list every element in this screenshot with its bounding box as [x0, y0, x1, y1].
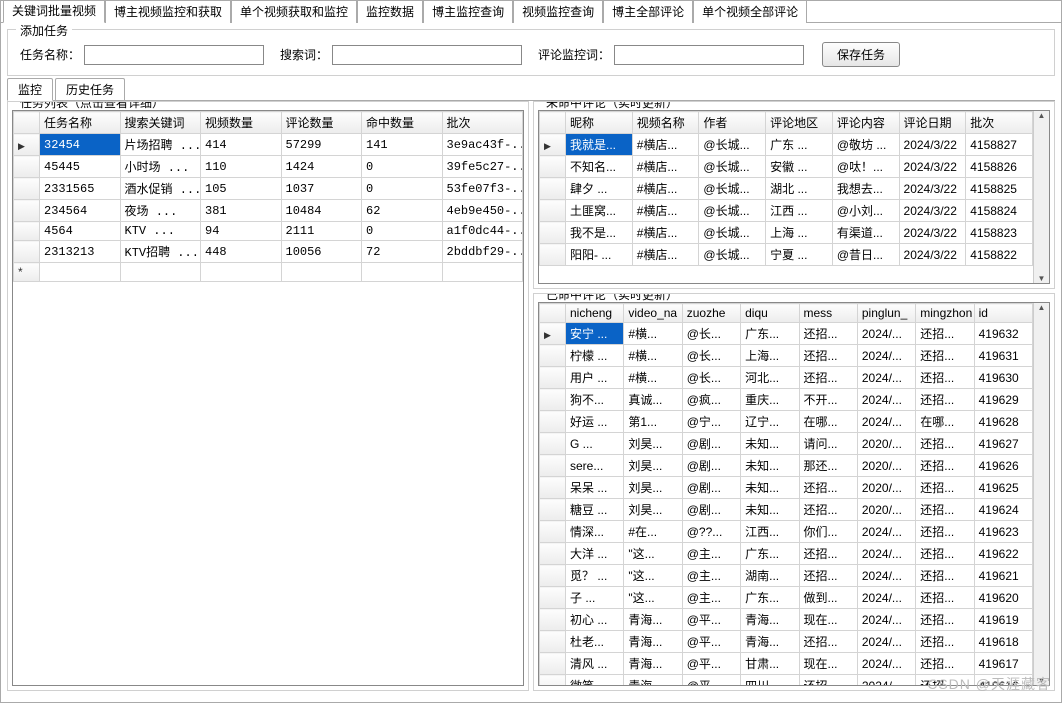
miss-comments-grid[interactable]: 昵称视频名称作者评论地区评论内容评论日期批次我就是...#横店...@长城...… [538, 110, 1050, 284]
column-header[interactable]: 作者 [699, 112, 766, 134]
task-name-label: 任务名称： [20, 46, 80, 63]
task-name-input[interactable] [84, 45, 264, 65]
table-row[interactable]: 肆夕 ...#横店...@长城...湖北 ...我想去...2024/3/224… [540, 178, 1033, 200]
monitor-word-label: 评论监控词： [538, 46, 610, 63]
column-header[interactable]: 评论日期 [899, 112, 966, 134]
column-header[interactable]: 评论内容 [832, 112, 899, 134]
sub-tab[interactable]: 历史任务 [55, 78, 125, 100]
main-tab[interactable]: 视频监控查询 [513, 0, 603, 23]
table-row[interactable]: 4564KTV ...9421110a1f0dc44-... [14, 222, 523, 241]
main-tab[interactable]: 博主全部评论 [603, 0, 693, 23]
search-word-input[interactable] [332, 45, 522, 65]
column-header[interactable]: pinglun_ [857, 304, 915, 323]
table-row[interactable]: 45445小时场 ...1101424039fe5c27-... [14, 156, 523, 178]
column-header[interactable]: 视频数量 [201, 112, 282, 134]
main-tab[interactable]: 关键词批量视频 [3, 0, 105, 23]
task-list-panel: 任务列表（点击查看详细） 任务名称搜索关键词视频数量评论数量命中数量批次3245… [7, 101, 529, 691]
table-row[interactable]: 阳阳- ...#横店...@长城...宁夏 ...@昔日...2024/3/22… [540, 244, 1033, 266]
table-row[interactable]: 不知名...#横店...@长城...安徽 ...@呔！...2024/3/224… [540, 156, 1033, 178]
table-row[interactable]: 杜老...青海...@平...青海...还招...2024/...还招...41… [540, 631, 1033, 653]
table-row[interactable]: 用户 ...#横...@长...河北...还招...2024/...还招...4… [540, 367, 1033, 389]
scrollbar-v[interactable] [1033, 111, 1049, 283]
column-header[interactable]: 命中数量 [362, 112, 443, 134]
column-header[interactable]: 批次 [966, 112, 1033, 134]
column-header[interactable]: id [974, 304, 1032, 323]
table-row[interactable]: 情深...#在...@??...江西...你们...2024/...还招...4… [540, 521, 1033, 543]
column-header[interactable]: zuozhe [682, 304, 740, 323]
column-header[interactable]: 评论地区 [766, 112, 833, 134]
table-row[interactable]: 觅？ ..."这...@主...湖南...还招...2024/...还招...4… [540, 565, 1033, 587]
table-row[interactable]: 初心 ...青海...@平...青海...现在...2024/...还招...4… [540, 609, 1033, 631]
table-row[interactable]: 234564夜场 ...38110484624eb9e450-... [14, 200, 523, 222]
main-tabs: 关键词批量视频博主视频监控和获取单个视频获取和监控监控数据博主监控查询视频监控查… [1, 1, 1061, 23]
table-row[interactable]: 好运 ...第1...@宁...辽宁...在哪...2024/...在哪...4… [540, 411, 1033, 433]
task-list-grid[interactable]: 任务名称搜索关键词视频数量评论数量命中数量批次32454片场招聘 ...4145… [12, 110, 524, 686]
table-row[interactable]: 糖豆 ...刘昊...@剧...未知...还招...2020/...还招...4… [540, 499, 1033, 521]
column-header[interactable]: 视频名称 [632, 112, 699, 134]
table-row[interactable]: 安宁 ...#横...@长...广东...还招...2024/...还招...4… [540, 323, 1033, 345]
table-row[interactable]: 2331565酒水促销 ...1051037053fe07f3-... [14, 178, 523, 200]
table-row[interactable]: sere...刘昊...@剧...未知...那还...2020/...还招...… [540, 455, 1033, 477]
table-row[interactable]: 柠檬 ...#横...@长...上海...还招...2024/...还招...4… [540, 345, 1033, 367]
column-header[interactable]: diqu [741, 304, 799, 323]
column-header[interactable]: 搜索关键词 [120, 112, 201, 134]
table-row[interactable]: 狗不...真诚...@疯...重庆...不开...2024/...还招...41… [540, 389, 1033, 411]
search-word-label: 搜索词： [280, 46, 328, 63]
column-header[interactable]: 评论数量 [281, 112, 362, 134]
column-header[interactable]: video_na [624, 304, 682, 323]
main-tab[interactable]: 监控数据 [357, 0, 423, 23]
table-row[interactable]: 我就是...#横店...@长城...广东 ...@敬坊 ...2024/3/22… [540, 134, 1033, 156]
column-header[interactable]: 任务名称 [40, 112, 121, 134]
table-row[interactable]: 呆呆 ...刘昊...@剧...未知...还招...2020/...还招...4… [540, 477, 1033, 499]
hit-comments-panel: 已命中评论（实时更新） nichengvideo_nazuozhediqumes… [533, 293, 1055, 691]
main-tab[interactable]: 单个视频全部评论 [693, 0, 807, 23]
main-tab[interactable]: 博主视频监控和获取 [105, 0, 231, 23]
column-header[interactable]: nicheng [566, 304, 624, 323]
table-row[interactable]: 32454片场招聘 ...414572991413e9ac43f-... [14, 134, 523, 156]
save-task-button[interactable]: 保存任务 [822, 42, 900, 67]
column-header[interactable]: mingzhon [916, 304, 974, 323]
main-tab[interactable]: 博主监控查询 [423, 0, 513, 23]
table-row[interactable]: G ...刘昊...@剧...未知...请问...2020/...还招...41… [540, 433, 1033, 455]
add-task-legend: 添加任务 [16, 22, 72, 39]
scrollbar-v[interactable] [1033, 303, 1049, 685]
table-row[interactable]: 子 ..."这...@主...广东...做到...2024/...还招...41… [540, 587, 1033, 609]
table-row[interactable]: 土匪窝...#横店...@长城...江西 ...@小刘...2024/3/224… [540, 200, 1033, 222]
table-row[interactable]: 大洋 ..."这...@主...广东...还招...2024/...还招...4… [540, 543, 1033, 565]
miss-comments-panel: 未命中评论（实时更新） 昵称视频名称作者评论地区评论内容评论日期批次我就是...… [533, 101, 1055, 289]
sub-tabs: 监控历史任务 [7, 78, 1055, 101]
table-row[interactable]: 清风 ...青海...@平...甘肃...现在...2024/...还招...4… [540, 653, 1033, 675]
column-header[interactable]: 批次 [442, 112, 523, 134]
sub-tab[interactable]: 监控 [7, 78, 53, 101]
column-header[interactable]: 昵称 [566, 112, 633, 134]
main-tab[interactable]: 单个视频获取和监控 [231, 0, 357, 23]
monitor-word-input[interactable] [614, 45, 804, 65]
column-header[interactable]: mess [799, 304, 857, 323]
table-row[interactable]: 我不是...#横店...@长城...上海 ...有渠道...2024/3/224… [540, 222, 1033, 244]
table-row[interactable]: 微笑 ...青海...@平...四川...还招...2024/...还招...4… [540, 675, 1033, 687]
add-task-group: 添加任务 任务名称： 搜索词： 评论监控词： 保存任务 [7, 29, 1055, 76]
hit-comments-grid[interactable]: nichengvideo_nazuozhediqumesspinglun_min… [538, 302, 1050, 686]
table-row[interactable]: 2313213KTV招聘 ...44810056722bddbf29-... [14, 241, 523, 263]
